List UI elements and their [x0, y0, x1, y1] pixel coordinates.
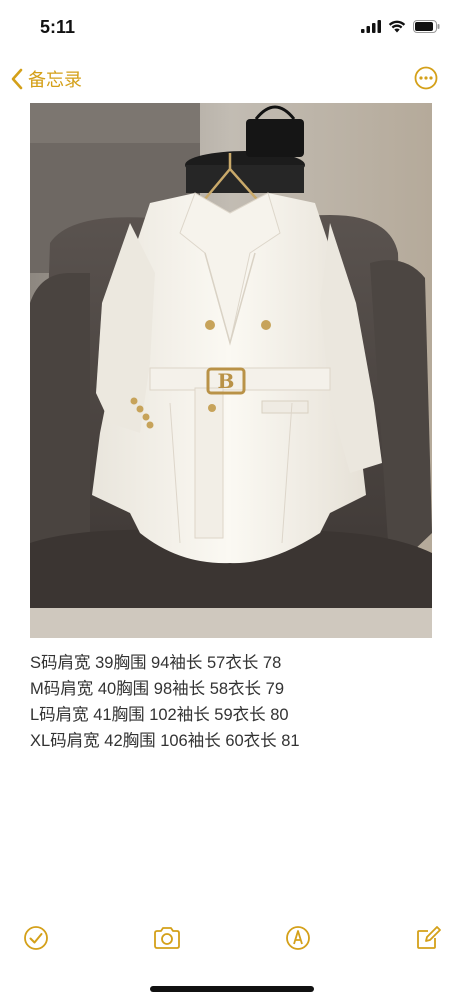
size-line-s: S码肩宽 39胸围 94袖长 57衣长 78: [30, 654, 282, 672]
status-icons: [361, 20, 440, 33]
size-line-xl: XL码肩宽 42胸围 106袖长 60衣长 81: [30, 732, 300, 750]
checklist-icon[interactable]: [22, 924, 50, 952]
battery-icon: [413, 20, 440, 33]
home-indicator[interactable]: [150, 986, 314, 992]
cellular-signal-icon: [361, 20, 381, 33]
nav-bar: 备忘录: [0, 58, 462, 98]
markup-icon[interactable]: [284, 924, 312, 952]
buckle-letter: B: [218, 369, 235, 393]
note-photo[interactable]: B: [30, 103, 432, 638]
note-body[interactable]: S码肩宽 39胸围 94袖长 57衣长 78 M码肩宽 40胸围 98袖长 58…: [30, 650, 440, 754]
bottom-toolbar: [0, 918, 462, 958]
more-options-icon[interactable]: [414, 66, 438, 90]
blazer-photo-illustration: B: [30, 103, 432, 638]
chevron-left-icon: [11, 68, 23, 90]
back-label: 备忘录: [28, 70, 82, 90]
status-time: 5:11: [40, 17, 76, 37]
compose-icon[interactable]: [414, 924, 442, 952]
size-line-l: L码肩宽 41胸围 102袖长 59衣长 80: [30, 706, 289, 724]
wifi-icon: [388, 20, 406, 33]
status-bar: 5:11: [0, 0, 462, 54]
camera-icon[interactable]: [152, 924, 182, 952]
back-button[interactable]: 备忘录: [10, 66, 82, 92]
size-line-m: M码肩宽 40胸围 98袖长 58衣长 79: [30, 680, 284, 698]
